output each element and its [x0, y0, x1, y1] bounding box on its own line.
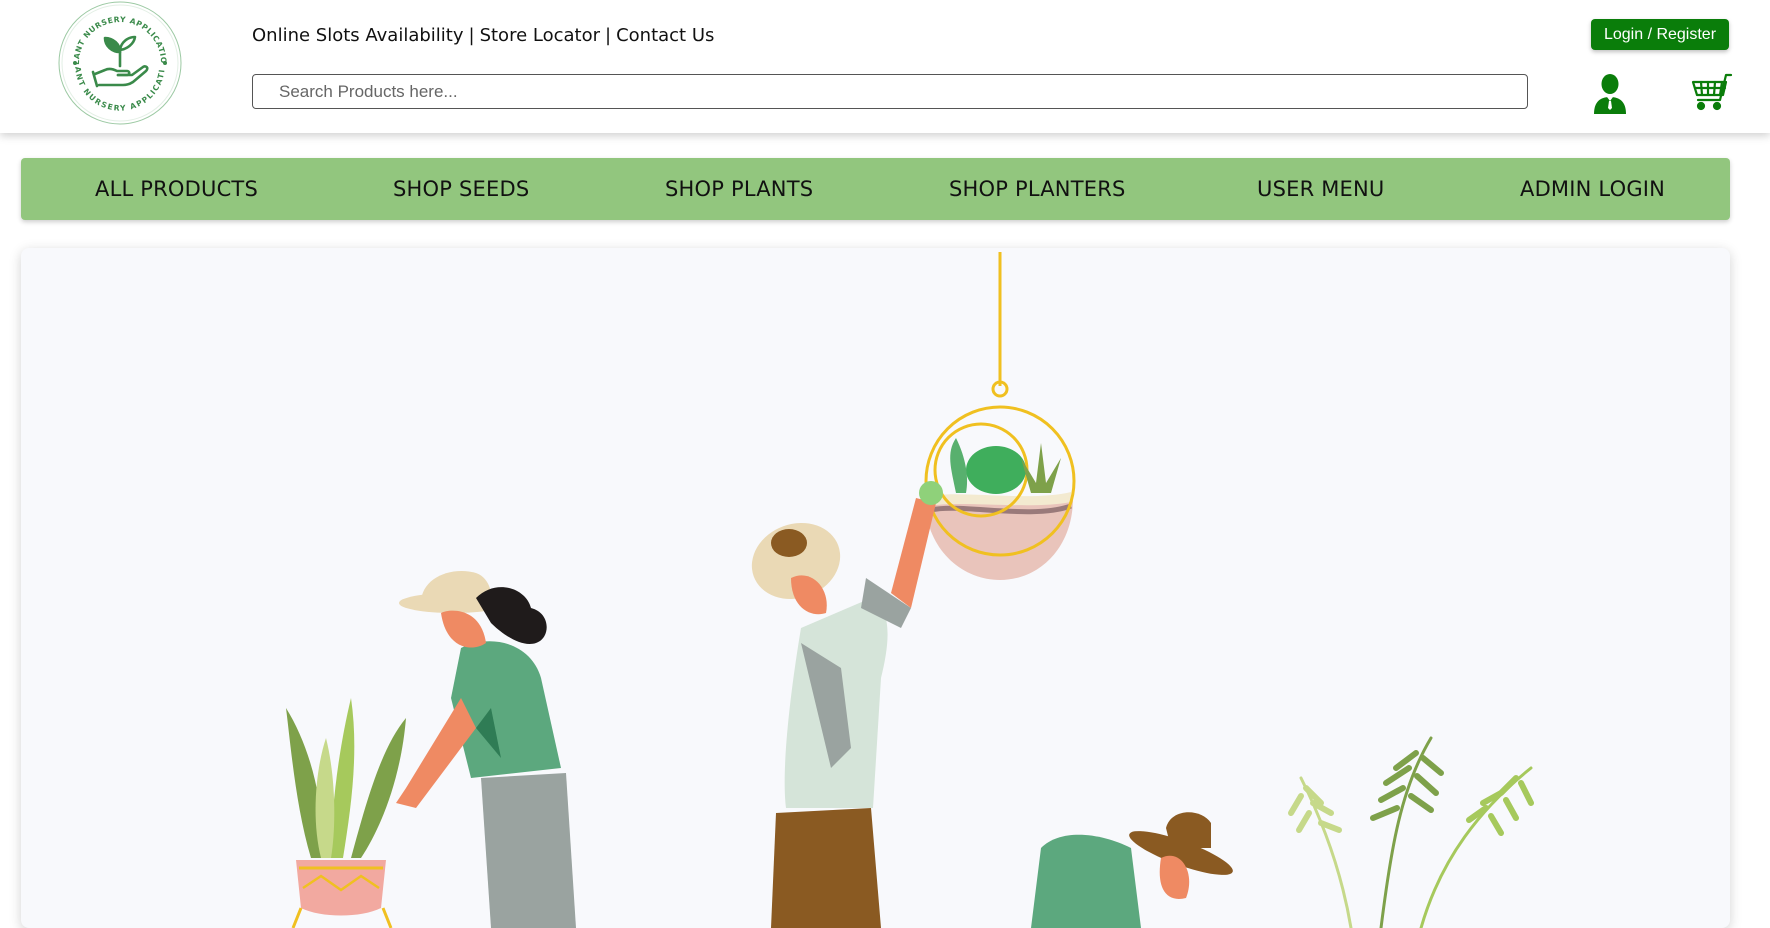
gardeners-illustration — [286, 252, 1534, 928]
top-links: Online Slots Availability | Store Locator |… — [252, 25, 714, 46]
gardener-left — [396, 571, 576, 928]
nav-shop-plants[interactable]: SHOP PLANTS — [665, 158, 813, 220]
link-separator: | — [605, 25, 612, 46]
cart-icon[interactable] — [1689, 72, 1733, 114]
link-separator: | — [468, 25, 475, 46]
contact-us-link[interactable]: Contact Us — [616, 25, 714, 46]
online-slots-link[interactable]: Online Slots Availability — [252, 25, 464, 46]
site-header: PLANT NURSERY APPLICATION PLANT NURSERY … — [0, 0, 1770, 133]
login-register-button[interactable]: Login / Register — [1591, 19, 1729, 50]
nav-all-products[interactable]: ALL PRODUCTS — [95, 158, 258, 220]
gardener-right — [1031, 812, 1233, 928]
gardener-center — [751, 481, 943, 928]
nav-shop-planters[interactable]: SHOP PLANTERS — [949, 158, 1126, 220]
hero-banner — [21, 248, 1730, 928]
nav-user-menu[interactable]: USER MENU — [1257, 158, 1385, 220]
nav-admin-login[interactable]: ADMIN LOGIN — [1520, 158, 1665, 220]
store-locator-link[interactable]: Store Locator — [480, 25, 600, 46]
hanging-terrarium — [924, 252, 1076, 580]
palm-plant-right — [1288, 736, 1534, 928]
nav-shop-seeds[interactable]: SHOP SEEDS — [393, 158, 529, 220]
user-icon[interactable] — [1590, 72, 1630, 114]
main-nav: ALL PRODUCTS SHOP SEEDS SHOP PLANTS SHOP… — [21, 158, 1730, 220]
search-input[interactable] — [252, 74, 1528, 109]
potted-plant-left — [286, 698, 406, 928]
site-logo[interactable]: PLANT NURSERY APPLICATION PLANT NURSERY … — [57, 0, 183, 126]
